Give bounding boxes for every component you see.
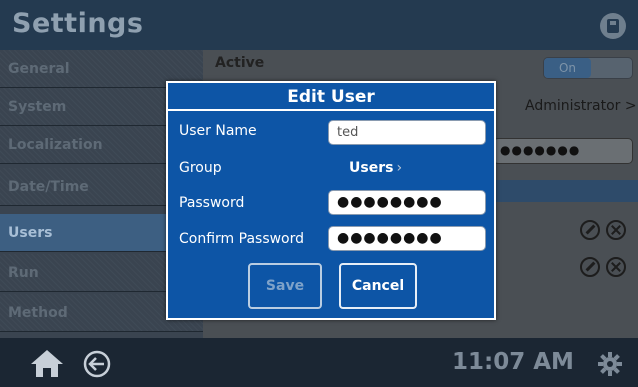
- group-selector[interactable]: Users ›: [349, 160, 402, 176]
- active-label: Active: [215, 55, 265, 71]
- toggle-on-label: On: [544, 58, 591, 78]
- page-title: Settings: [12, 8, 144, 39]
- role-value-text: Administrator: [525, 98, 621, 114]
- confirm-password-input[interactable]: ●●●●●●●●: [328, 226, 486, 251]
- password-display[interactable]: ●●●●●●●: [493, 138, 633, 164]
- group-value: Users: [349, 160, 394, 176]
- home-icon[interactable]: [30, 348, 64, 378]
- header-bar: Settings: [0, 0, 638, 50]
- save-button[interactable]: Save: [248, 263, 322, 309]
- back-arrow-icon[interactable]: [83, 350, 111, 378]
- dialog-title: Edit User: [168, 83, 494, 111]
- edit-user-dialog: Edit User User Name ted Group Users › Pas…: [166, 81, 496, 320]
- role-value[interactable]: Administrator >: [525, 98, 637, 114]
- active-toggle[interactable]: On: [543, 57, 633, 79]
- delete-user-icon[interactable]: [606, 257, 626, 277]
- edit-user-icon[interactable]: [580, 220, 600, 240]
- group-label: Group: [179, 160, 222, 176]
- edit-user-icon[interactable]: [580, 257, 600, 277]
- gear-icon[interactable]: [598, 352, 622, 376]
- password-label: Password: [179, 195, 245, 211]
- chevron-right-icon: >: [624, 98, 637, 114]
- save-disk-icon[interactable]: [600, 13, 626, 39]
- password-dots: ●●●●●●●: [500, 143, 581, 157]
- confirm-password-label: Confirm Password: [179, 231, 305, 247]
- clock-time: 11:07 AM: [452, 349, 574, 375]
- delete-user-icon[interactable]: [606, 220, 626, 240]
- footer-bar: 11:07 AM: [0, 338, 638, 387]
- username-label: User Name: [179, 123, 257, 139]
- password-input[interactable]: ●●●●●●●●: [328, 190, 486, 215]
- username-input[interactable]: ted: [328, 120, 486, 145]
- cancel-button[interactable]: Cancel: [339, 263, 417, 309]
- chevron-right-icon: ›: [396, 160, 403, 176]
